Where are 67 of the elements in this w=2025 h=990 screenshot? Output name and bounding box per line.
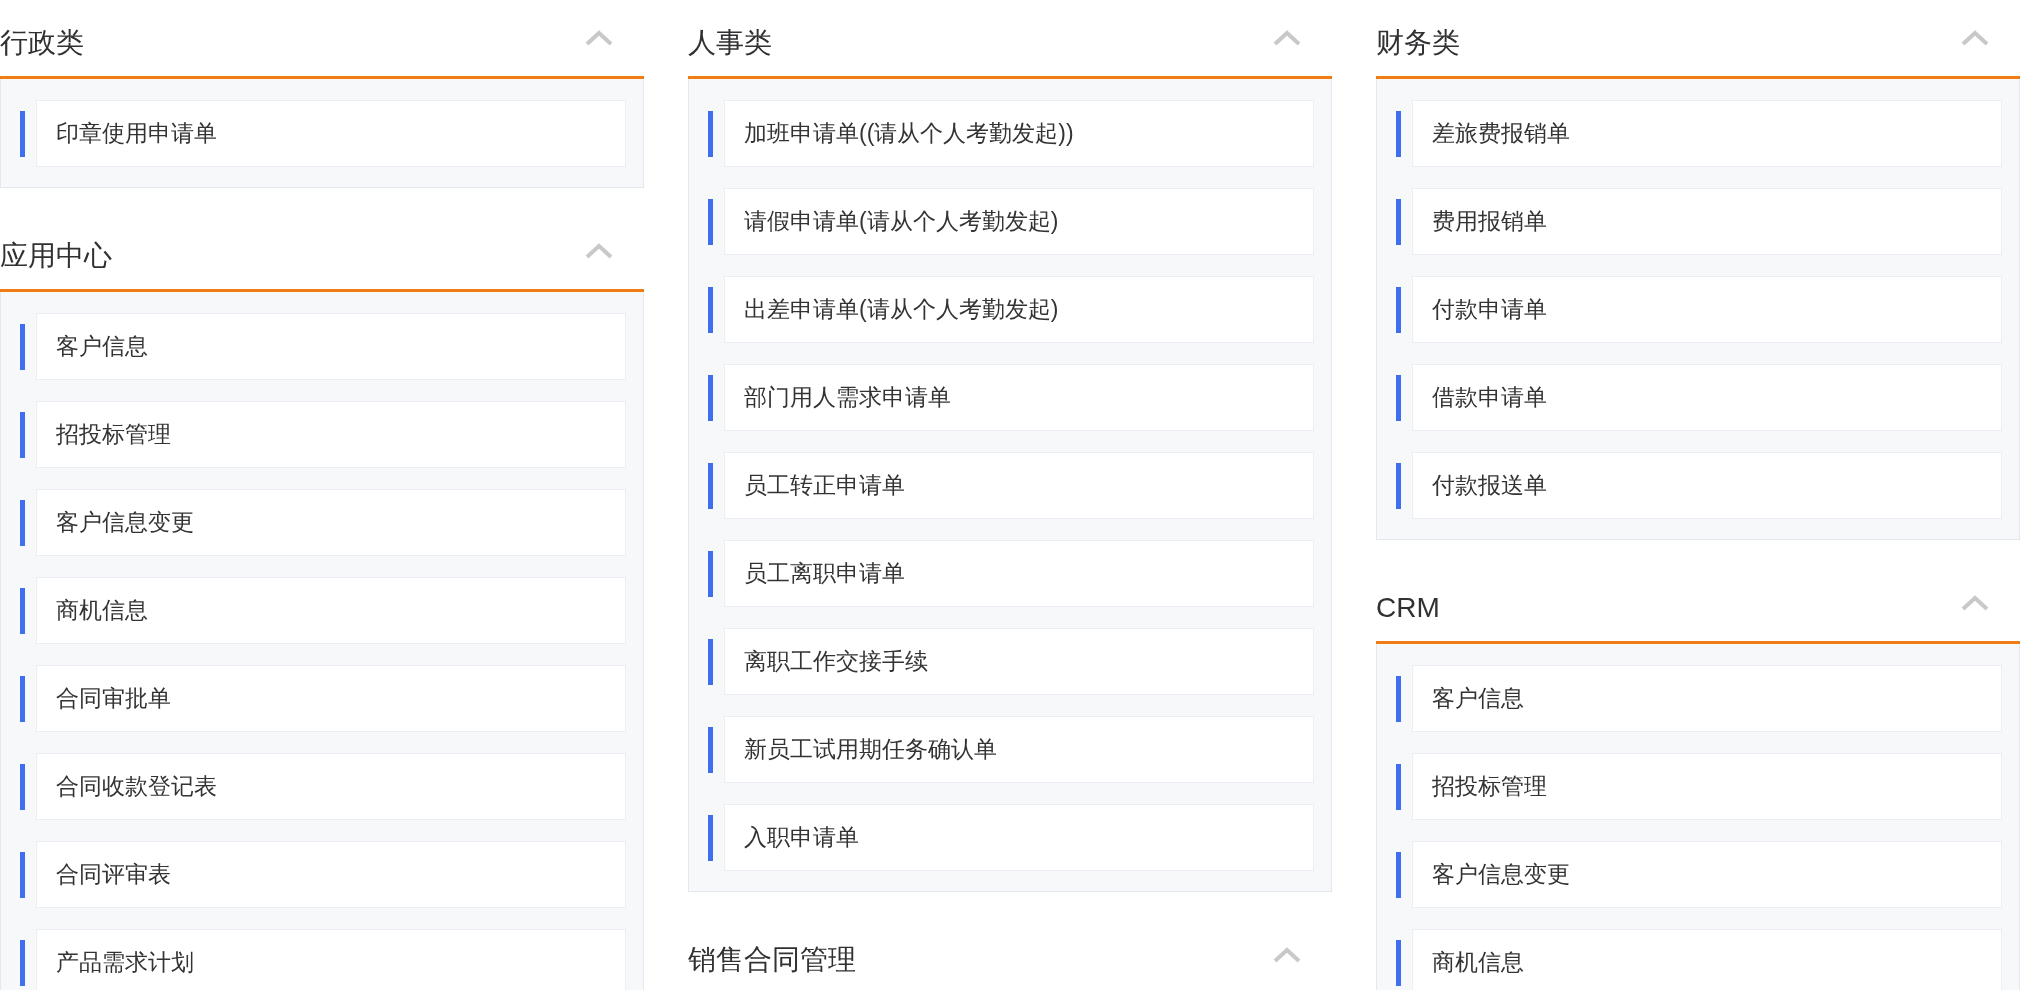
form-item[interactable]: 入职申请单 bbox=[724, 804, 1314, 871]
form-item[interactable]: 招投标管理 bbox=[36, 401, 626, 468]
form-item[interactable]: 员工离职申请单 bbox=[724, 540, 1314, 607]
section-title: 销售合同管理 bbox=[688, 943, 856, 974]
accent-bar bbox=[708, 374, 713, 421]
section-title: 行政类 bbox=[0, 26, 84, 57]
form-item[interactable]: 加班申请单((请从个人考勤发起)) bbox=[724, 100, 1314, 167]
form-item[interactable]: 部门用人需求申请单 bbox=[724, 364, 1314, 431]
form-item[interactable]: 商机信息 bbox=[1412, 929, 2002, 990]
accent-bar bbox=[20, 675, 25, 722]
form-item[interactable]: 借款申请单 bbox=[1412, 364, 2002, 431]
section-title: 财务类 bbox=[1376, 26, 1460, 57]
accent-bar bbox=[708, 286, 713, 333]
form-item[interactable]: 印章使用申请单 bbox=[36, 100, 626, 167]
accent-bar bbox=[20, 110, 25, 157]
accent-bar bbox=[1396, 462, 1401, 509]
accent-bar bbox=[708, 462, 713, 509]
form-item[interactable]: 客户信息变更 bbox=[36, 489, 626, 556]
accent-bar bbox=[20, 763, 25, 810]
accent-bar bbox=[20, 411, 25, 458]
accent-bar bbox=[1396, 110, 1401, 157]
accent-bar bbox=[708, 550, 713, 597]
chevron-up-icon[interactable] bbox=[584, 242, 614, 260]
accent-bar bbox=[1396, 198, 1401, 245]
form-item[interactable]: 离职工作交接手续 bbox=[724, 628, 1314, 695]
form-item[interactable]: 合同收款登记表 bbox=[36, 753, 626, 820]
form-item[interactable]: 新员工试用期任务确认单 bbox=[724, 716, 1314, 783]
accent-bar bbox=[1396, 675, 1401, 722]
accent-bar bbox=[20, 323, 25, 370]
section-title: 应用中心 bbox=[0, 239, 112, 270]
form-item[interactable]: 产品需求计划 bbox=[36, 929, 626, 990]
section-header[interactable]: 销售合同管理 bbox=[688, 917, 1332, 990]
form-item[interactable]: 费用报销单 bbox=[1412, 188, 2002, 255]
form-item[interactable]: 差旅费报销单 bbox=[1412, 100, 2002, 167]
accent-bar bbox=[708, 638, 713, 685]
form-item[interactable]: 客户信息变更 bbox=[1412, 841, 2002, 908]
accent-bar bbox=[1396, 763, 1401, 810]
form-item[interactable]: 商机信息 bbox=[36, 577, 626, 644]
form-item[interactable]: 招投标管理 bbox=[1412, 753, 2002, 820]
chevron-up-icon[interactable] bbox=[1272, 946, 1302, 964]
form-item[interactable]: 客户信息 bbox=[36, 313, 626, 380]
section-title: CRM bbox=[1376, 591, 1440, 622]
chevron-up-icon[interactable] bbox=[1272, 29, 1302, 47]
accent-bar bbox=[708, 726, 713, 773]
accent-bar bbox=[708, 110, 713, 157]
accent-bar bbox=[1396, 939, 1401, 986]
accent-bar bbox=[708, 198, 713, 245]
accent-bar bbox=[20, 499, 25, 546]
form-item[interactable]: 请假申请单(请从个人考勤发起) bbox=[724, 188, 1314, 255]
accent-bar bbox=[1396, 851, 1401, 898]
form-item[interactable]: 客户信息 bbox=[1412, 665, 2002, 732]
accent-bar bbox=[1396, 286, 1401, 333]
chevron-up-icon[interactable] bbox=[1960, 29, 1990, 47]
accent-bar bbox=[20, 587, 25, 634]
form-item[interactable]: 付款申请单 bbox=[1412, 276, 2002, 343]
accent-bar bbox=[20, 851, 25, 898]
form-item[interactable]: 付款报送单 bbox=[1412, 452, 2002, 519]
form-item[interactable]: 员工转正申请单 bbox=[724, 452, 1314, 519]
section-title: 人事类 bbox=[688, 26, 772, 57]
accent-bar bbox=[708, 814, 713, 861]
form-item[interactable]: 合同评审表 bbox=[36, 841, 626, 908]
accent-bar bbox=[1396, 374, 1401, 421]
accent-bar bbox=[20, 939, 25, 986]
chevron-up-icon[interactable] bbox=[584, 29, 614, 47]
form-item[interactable]: 出差申请单(请从个人考勤发起) bbox=[724, 276, 1314, 343]
chevron-up-icon[interactable] bbox=[1960, 594, 1990, 612]
form-item[interactable]: 合同审批单 bbox=[36, 665, 626, 732]
